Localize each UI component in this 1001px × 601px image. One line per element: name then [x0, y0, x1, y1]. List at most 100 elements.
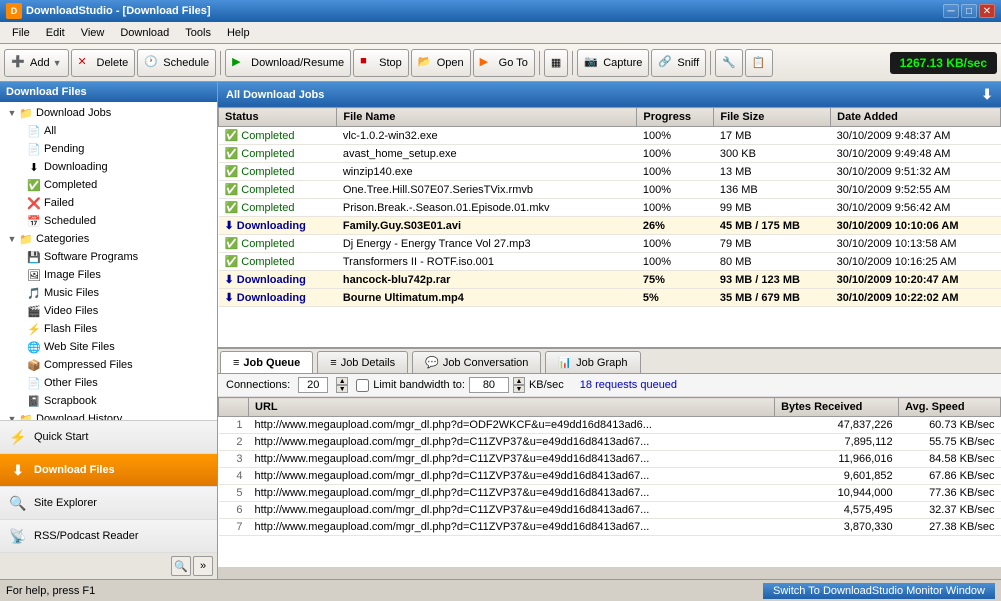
tab-job-graph[interactable]: 📊 Job Graph	[545, 351, 640, 373]
list-item[interactable]: 2 http://www.megaupload.com/mgr_dl.php?d…	[219, 434, 1001, 451]
tree-area[interactable]: ▼ 📁 Download Jobs 📄 All 📄 Pending ⬇ Down…	[0, 102, 217, 420]
col-filename: File Name	[337, 108, 637, 127]
table-row[interactable]: ✅ Completed vlc-1.0.2-win32.exe 100% 17 …	[219, 127, 1001, 145]
tree-item-pending[interactable]: 📄 Pending	[0, 140, 217, 158]
tree-item-history[interactable]: ▼ 📁 Download History	[0, 410, 217, 420]
tree-item-completed[interactable]: ✅ Completed	[0, 176, 217, 194]
connections-input[interactable]	[298, 377, 328, 393]
downloadfiles-icon: ⬇	[8, 460, 28, 480]
menu-tools[interactable]: Tools	[177, 25, 219, 41]
table-row[interactable]: ✅ Completed Transformers II - ROTF.iso.0…	[219, 253, 1001, 271]
list-item[interactable]: 3 http://www.megaupload.com/mgr_dl.php?d…	[219, 451, 1001, 468]
table-row[interactable]: ⬇ Downloading hancock-blu742p.rar 75% 93…	[219, 271, 1001, 289]
tab-job-conversation[interactable]: 💬 Job Conversation	[412, 351, 541, 373]
nav-small-btn-1[interactable]: 🔍	[171, 556, 191, 576]
tree-item-video[interactable]: 🎬 Video Files	[0, 302, 217, 320]
speed-cell: 84.58 KB/sec	[899, 451, 1001, 468]
nav-item-quickstart[interactable]: ⚡ Quick Start	[0, 421, 217, 454]
bandwidth-down[interactable]: ▼	[513, 385, 525, 393]
extra-icon-1: 🔧	[722, 56, 736, 69]
tree-item-all[interactable]: 📄 All	[0, 122, 217, 140]
extra-btn-1[interactable]: 🔧	[715, 49, 743, 77]
table-row[interactable]: ⬇ Downloading Family.Guy.S03E01.avi 26% …	[219, 217, 1001, 235]
nav-small-btn-2[interactable]: »	[193, 556, 213, 576]
download-resume-button[interactable]: ▶ Download/Resume	[225, 49, 351, 77]
tree-item-software[interactable]: 💾 Software Programs	[0, 248, 217, 266]
separator-2	[539, 51, 540, 75]
tree-item-image[interactable]: 🖼 Image Files	[0, 266, 217, 284]
delete-button[interactable]: ✕ Delete	[71, 49, 136, 77]
expander-history[interactable]: ▼	[6, 413, 18, 420]
filesize-cell: 136 MB	[714, 181, 831, 199]
tree-item-other[interactable]: 📄 Other Files	[0, 374, 217, 392]
col-date: Date Added	[831, 108, 1001, 127]
table-row[interactable]: ✅ Completed winzip140.exe 100% 13 MB 30/…	[219, 163, 1001, 181]
bandwidth-spinner[interactable]: ▲ ▼	[513, 377, 525, 393]
connections-up[interactable]: ▲	[336, 377, 348, 385]
nav-item-rss[interactable]: 📡 RSS/Podcast Reader	[0, 520, 217, 553]
expander-categories[interactable]: ▼	[6, 233, 18, 245]
menu-file[interactable]: File	[4, 25, 38, 41]
nav-item-siteexplorer[interactable]: 🔍 Site Explorer	[0, 487, 217, 520]
tree-item-compressed[interactable]: 📦 Compressed Files	[0, 356, 217, 374]
tab-job-queue[interactable]: ≡ Job Queue	[220, 351, 313, 373]
schedule-button[interactable]: 🕐 Schedule	[137, 49, 216, 77]
connections-spinner[interactable]: ▲ ▼	[336, 377, 348, 393]
limit-bandwidth-checkbox[interactable]	[356, 379, 369, 392]
table-row[interactable]: ✅ Completed Prison.Break.-.Season.01.Epi…	[219, 199, 1001, 217]
capture-button[interactable]: 📷 Capture	[577, 49, 649, 77]
minimize-button[interactable]: ─	[943, 4, 959, 18]
speed-cell: 60.73 KB/sec	[899, 417, 1001, 434]
connections-down[interactable]: ▼	[336, 385, 348, 393]
job-graph-icon: 📊	[558, 356, 572, 369]
tree-item-website[interactable]: 🌐 Web Site Files	[0, 338, 217, 356]
menu-edit[interactable]: Edit	[38, 25, 73, 41]
sniff-button[interactable]: 🔗 Sniff	[651, 49, 706, 77]
open-button[interactable]: 📂 Open	[411, 49, 471, 77]
list-item[interactable]: 1 http://www.megaupload.com/mgr_dl.php?d…	[219, 417, 1001, 434]
tab-job-details[interactable]: ≡ Job Details	[317, 351, 408, 373]
list-item[interactable]: 4 http://www.megaupload.com/mgr_dl.php?d…	[219, 468, 1001, 485]
tree-item-downloading[interactable]: ⬇ Downloading	[0, 158, 217, 176]
status-icon: ✅	[225, 148, 239, 160]
tree-item-music[interactable]: 🎵 Music Files	[0, 284, 217, 302]
menu-view[interactable]: View	[73, 25, 113, 41]
extra-btn-2[interactable]: 📋	[745, 49, 773, 77]
list-item[interactable]: 7 http://www.megaupload.com/mgr_dl.php?d…	[219, 519, 1001, 536]
list-item[interactable]: 6 http://www.megaupload.com/mgr_dl.php?d…	[219, 502, 1001, 519]
tree-item-failed[interactable]: ❌ Failed	[0, 194, 217, 212]
nav-item-downloadfiles[interactable]: ⬇ Download Files	[0, 454, 217, 487]
url-table-area[interactable]: URL Bytes Received Avg. Speed 1 http://w…	[218, 397, 1001, 567]
add-button[interactable]: ➕ Add ▼	[4, 49, 69, 77]
tree-item-flash[interactable]: ⚡ Flash Files	[0, 320, 217, 338]
stop-button[interactable]: ■ Stop	[353, 49, 409, 77]
download-table-area[interactable]: Status File Name Progress File Size Date…	[218, 107, 1001, 347]
url-col-bytes: Bytes Received	[775, 398, 899, 417]
bandwidth-input[interactable]	[469, 377, 509, 393]
tree-item-download-jobs[interactable]: ▼ 📁 Download Jobs	[0, 104, 217, 122]
url-num: 2	[219, 434, 249, 451]
table-row[interactable]: ✅ Completed One.Tree.Hill.S07E07.SeriesT…	[219, 181, 1001, 199]
tree-item-scheduled[interactable]: 📅 Scheduled	[0, 212, 217, 230]
table-row[interactable]: ✅ Completed Dj Energy - Energy Trance Vo…	[219, 235, 1001, 253]
menu-help[interactable]: Help	[219, 25, 258, 41]
go-to-button[interactable]: ▶ Go To	[473, 49, 535, 77]
close-button[interactable]: ✕	[979, 4, 995, 18]
tree-item-scrapbook[interactable]: 📓 Scrapbook	[0, 392, 217, 410]
grid-button[interactable]: ▦	[544, 49, 568, 77]
table-row[interactable]: ✅ Completed avast_home_setup.exe 100% 30…	[219, 145, 1001, 163]
expander-jobs[interactable]: ▼	[6, 107, 18, 119]
maximize-button[interactable]: □	[961, 4, 977, 18]
table-row[interactable]: ⬇ Downloading Bourne Ultimatum.mp4 5% 35…	[219, 289, 1001, 307]
menu-download[interactable]: Download	[112, 25, 177, 41]
switch-monitor-button[interactable]: Switch To DownloadStudio Monitor Window	[763, 583, 995, 599]
siteexplorer-icon: 🔍	[8, 493, 28, 513]
connections-bar: Connections: ▲ ▼ Limit bandwidth to: ▲ ▼…	[218, 374, 1001, 397]
status-icon: ✅	[225, 238, 239, 250]
tree-item-categories[interactable]: ▼ 📁 Categories	[0, 230, 217, 248]
software-icon: 💾	[26, 249, 42, 265]
filesize-cell: 17 MB	[714, 127, 831, 145]
list-item[interactable]: 5 http://www.megaupload.com/mgr_dl.php?d…	[219, 485, 1001, 502]
bytes-cell: 7,895,112	[775, 434, 899, 451]
bandwidth-up[interactable]: ▲	[513, 377, 525, 385]
